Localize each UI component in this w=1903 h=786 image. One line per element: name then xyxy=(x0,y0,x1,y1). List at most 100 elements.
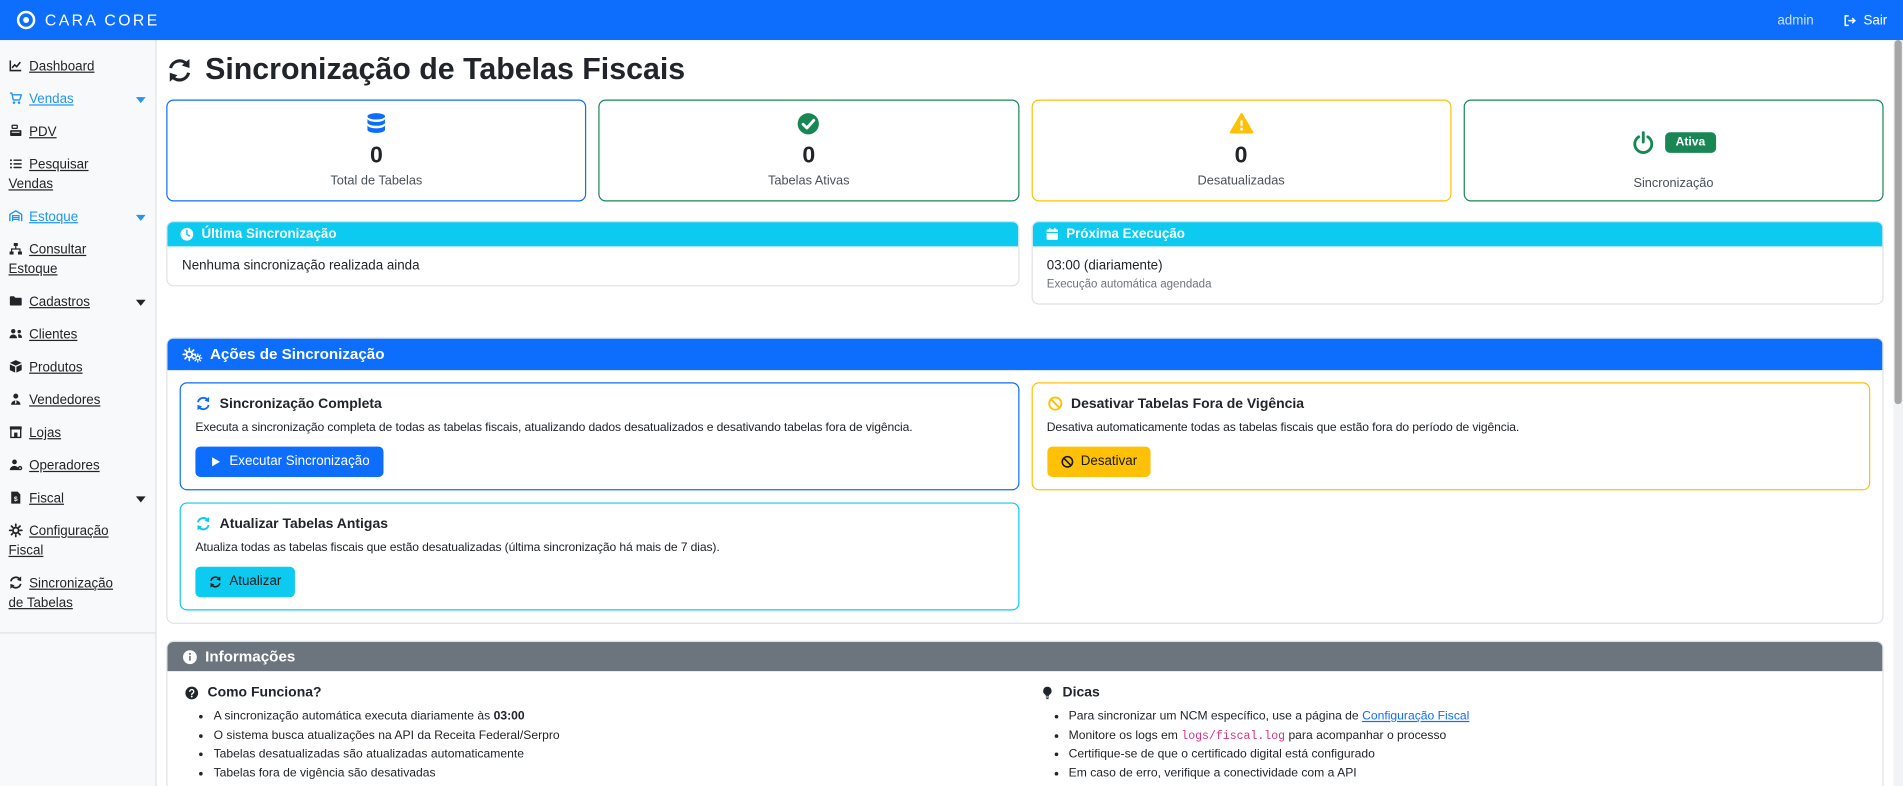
sidebar-item-cadastros[interactable]: Cadastros xyxy=(8,286,148,319)
brand-logo-icon xyxy=(16,10,37,31)
actions-body: Sincronização Completa Executa a sincron… xyxy=(167,370,1882,622)
ban-icon xyxy=(1060,455,1073,468)
user-tie-icon xyxy=(8,392,23,407)
action-description: Atualiza todas as tabelas fiscais que es… xyxy=(195,541,720,555)
power-icon xyxy=(1631,130,1655,154)
play-icon xyxy=(209,455,222,468)
stat-card-sincronizacao: Ativa Sincronização xyxy=(1463,99,1884,202)
sync-icon xyxy=(8,575,23,590)
warning-triangle-icon xyxy=(1229,112,1253,136)
tips-list: Para sincronizar um NCM específico, use … xyxy=(1039,710,1865,780)
sidebar-item-produtos[interactable]: Produtos xyxy=(8,352,148,385)
sidebar-item-lojas[interactable]: Lojas xyxy=(8,417,148,450)
sidebar-item-pesquisar-vendas[interactable]: Pesquisar Vendas xyxy=(8,149,148,201)
chevron-down-icon xyxy=(135,97,146,104)
configuracao-fiscal-link[interactable]: Configuração Fiscal xyxy=(1362,710,1469,723)
chart-line-icon xyxy=(8,58,23,73)
logout-link[interactable]: Sair xyxy=(1843,13,1887,28)
sidebar-item-vendedores[interactable]: Vendedores xyxy=(8,385,148,418)
list-item: Tabelas fora de vigência são desativadas xyxy=(214,766,1011,779)
actions-panel: Ações de Sincronização Sincronização Com… xyxy=(166,337,1884,624)
user-menu[interactable]: admin xyxy=(1777,13,1813,28)
calendar-icon xyxy=(1044,227,1059,242)
sync-icon xyxy=(166,56,193,83)
list-item: A sincronização automática executa diari… xyxy=(214,710,1011,723)
stat-value: 0 xyxy=(802,143,816,169)
brand[interactable]: CARA CORE xyxy=(16,10,160,31)
box-icon xyxy=(8,359,23,374)
stat-card-total-tabelas: 0 Total de Tabelas xyxy=(166,99,587,202)
next-run-panel: Próxima Execução 03:00 (diariamente) Exe… xyxy=(1030,220,1884,305)
tips-column: Dicas Para sincronizar um NCM específico… xyxy=(1039,686,1865,786)
sidebar-item-operadores[interactable]: Operadores xyxy=(8,450,148,483)
info-circle-icon xyxy=(182,649,198,665)
action-title: Sincronização Completa xyxy=(219,396,382,411)
desativar-button[interactable]: Desativar xyxy=(1046,446,1151,477)
stats-row: 0 Total de Tabelas 0 Tabelas Ativas 0 De… xyxy=(166,99,1884,202)
shopping-cart-icon xyxy=(8,91,23,106)
question-circle-icon xyxy=(184,686,199,701)
stat-label: Sincronização xyxy=(1633,175,1714,191)
how-it-works-column: Como Funciona? A sincronização automátic… xyxy=(184,686,1010,786)
how-it-works-title: Como Funciona? xyxy=(207,685,322,701)
sidebar-item-configuracao-fiscal[interactable]: Configuração Fiscal xyxy=(8,516,148,568)
sidebar-item-pdv[interactable]: PDV xyxy=(8,117,148,150)
stat-card-tabelas-ativas: 0 Tabelas Ativas xyxy=(598,99,1019,202)
actions-empty-cell xyxy=(1031,502,1870,610)
status-badge: Ativa xyxy=(1664,132,1717,153)
scrollbar-thumb[interactable] xyxy=(1894,40,1902,405)
action-card-sincronizacao-completa: Sincronização Completa Executa a sincron… xyxy=(179,382,1019,491)
database-icon xyxy=(364,112,388,136)
sidebar-item-vendas[interactable]: Vendas xyxy=(8,84,148,117)
clock-icon xyxy=(180,227,195,242)
warehouse-icon xyxy=(8,209,23,224)
stat-label: Desatualizadas xyxy=(1197,173,1285,189)
log-path-code: logs/fiscal.log xyxy=(1181,728,1286,743)
sign-out-icon xyxy=(1843,13,1858,28)
sidebar-item-consultar-estoque[interactable]: Consultar Estoque xyxy=(8,234,148,286)
sync-icon xyxy=(195,396,211,412)
brand-name: CARA CORE xyxy=(44,10,160,30)
sync-info-row: Última Sincronização Nenhuma sincronizaç… xyxy=(166,220,1884,305)
check-circle-icon xyxy=(797,112,821,136)
sync-icon xyxy=(195,516,211,532)
sidebar-item-clientes[interactable]: Clientes xyxy=(8,319,148,352)
sidebar-item-estoque[interactable]: Estoque xyxy=(8,201,148,234)
stat-label: Total de Tabelas xyxy=(330,173,423,189)
info-panel: Informações Como Funciona? A sincronizaç… xyxy=(166,640,1884,786)
sidebar-item-fiscal[interactable]: Fiscal xyxy=(8,483,148,516)
action-description: Desativa automaticamente todas as tabela… xyxy=(1046,421,1520,435)
last-sync-header: Última Sincronização xyxy=(167,222,1018,247)
executar-sincronizacao-button[interactable]: Executar Sincronização xyxy=(195,446,383,477)
main-content: Sincronização de Tabelas Fiscais 0 Total… xyxy=(157,40,1903,786)
list-item: Para sincronizar um NCM específico, use … xyxy=(1069,710,1866,723)
stat-card-desatualizadas: 0 Desatualizadas xyxy=(1030,99,1452,202)
last-sync-panel: Última Sincronização Nenhuma sincronizaç… xyxy=(166,220,1019,287)
tips-title: Dicas xyxy=(1062,685,1100,701)
sitemap-icon xyxy=(8,242,23,257)
next-run-title: Próxima Execução xyxy=(1066,226,1185,242)
chevron-down-icon xyxy=(135,214,146,221)
action-title: Desativar Tabelas Fora de Vigência xyxy=(1071,396,1305,411)
file-invoice-dollar-icon xyxy=(8,490,23,505)
sidebar-item-dashboard[interactable]: Dashboard xyxy=(8,51,148,84)
actions-title: Ações de Sincronização xyxy=(209,345,385,363)
sidebar-divider xyxy=(0,632,156,634)
top-navbar: CARA CORE admin Sair xyxy=(0,0,1903,41)
next-run-note: Execução automática agendada xyxy=(1046,277,1212,292)
stat-label: Tabelas Ativas xyxy=(768,173,850,189)
list-item: O sistema busca atualizações na API da R… xyxy=(214,729,1011,742)
info-header: Informações xyxy=(167,642,1883,672)
action-title: Atualizar Tabelas Antigas xyxy=(219,516,388,531)
vertical-scrollbar[interactable] xyxy=(1893,40,1903,786)
next-run-header: Próxima Execução xyxy=(1032,222,1883,247)
actions-header: Ações de Sincronização xyxy=(167,338,1883,371)
sidebar-item-sincronizacao-tabelas[interactable]: Sincronização de Tabelas xyxy=(8,568,148,620)
atualizar-button[interactable]: Atualizar xyxy=(195,566,295,598)
action-card-atualizar-tabelas: Atualizar Tabelas Antigas Atualiza todas… xyxy=(179,502,1019,611)
navbar-right: admin Sair xyxy=(1777,13,1887,28)
sync-icon xyxy=(209,575,222,588)
list-item: Tabelas desatualizadas são atualizadas a… xyxy=(214,748,1011,761)
list-item: Certifique-se de que o certificado digit… xyxy=(1069,748,1866,761)
stat-value: 0 xyxy=(369,143,383,169)
